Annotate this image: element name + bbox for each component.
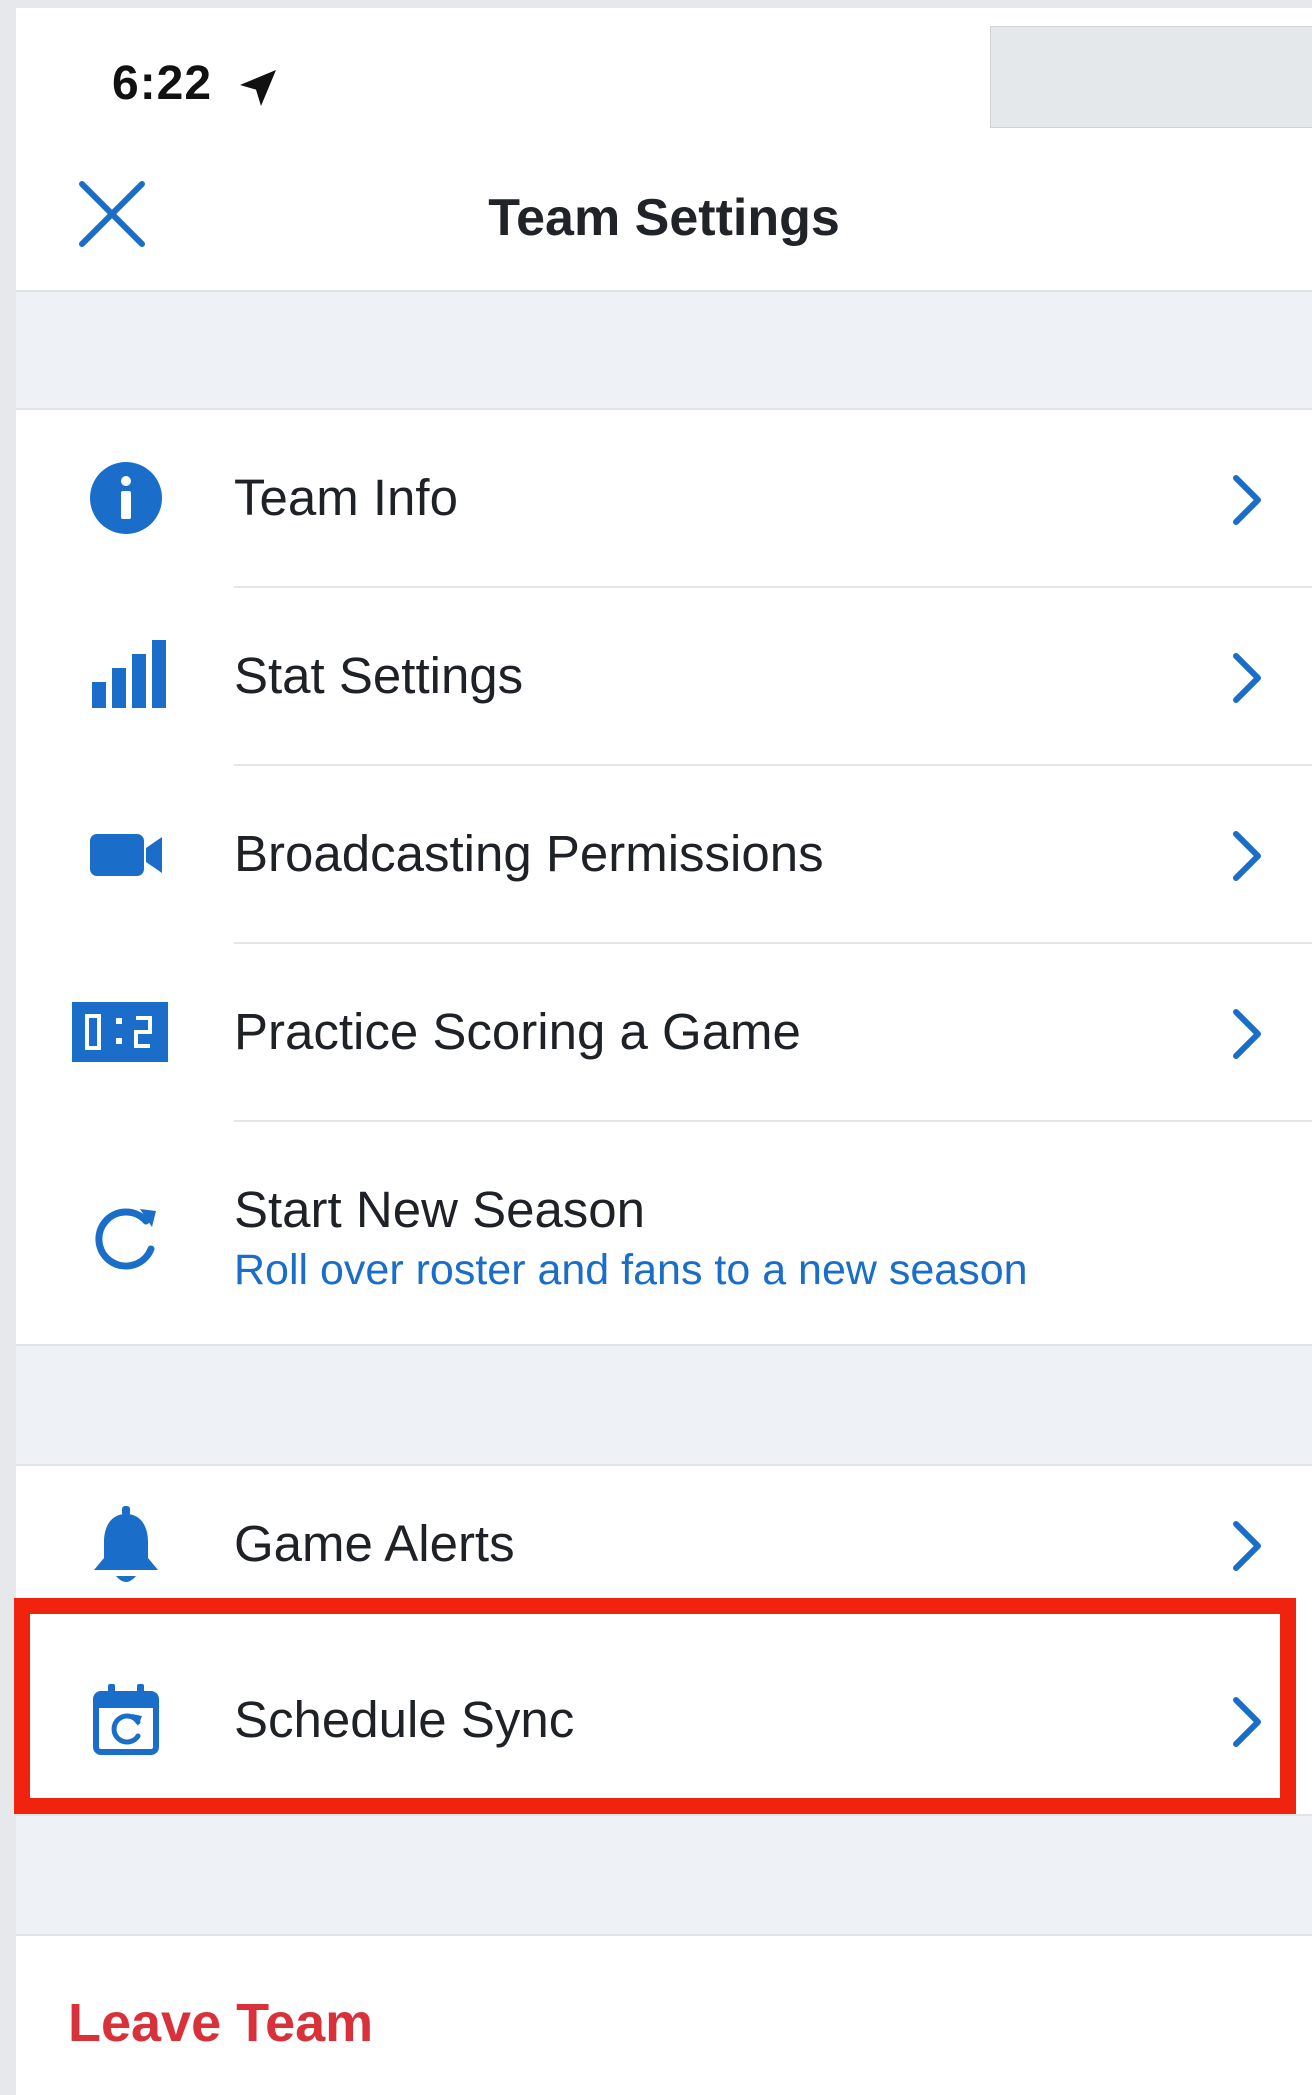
start-new-season-label: Start New Season: [234, 1181, 646, 1238]
section-separator: [16, 1814, 1312, 1936]
chevron-right-icon: [1233, 1697, 1261, 1747]
page-title: Team Settings: [488, 189, 840, 247]
team-info-label: Team Info: [234, 469, 458, 526]
leave-team-button[interactable]: Leave Team: [68, 1992, 373, 2054]
game-alerts-row[interactable]: Game Alerts: [16, 1466, 1312, 1622]
section-separator: [16, 1344, 1312, 1466]
video-camera-icon: [90, 834, 162, 876]
chevron-right-icon: [1233, 831, 1261, 881]
status-bar-redacted-area: [990, 26, 1312, 128]
stat-settings-label: Stat Settings: [234, 647, 524, 704]
practice-scoring-row[interactable]: Practice Scoring a Game: [16, 944, 1312, 1122]
chevron-right-icon: [1233, 475, 1261, 525]
broadcasting-permissions-label: Broadcasting Permissions: [234, 825, 824, 882]
chevron-right-icon: [1233, 1521, 1261, 1571]
scoreboard-icon: [72, 1002, 168, 1062]
team-info-row[interactable]: Team Info: [16, 410, 1312, 588]
broadcasting-permissions-row[interactable]: Broadcasting Permissions: [16, 766, 1312, 944]
location-arrow-icon: [240, 70, 276, 106]
team-settings-screen: 6:22 Team Settings Team Info Stat Settin…: [16, 8, 1312, 2095]
start-new-season-description: Roll over roster and fans to a new seaso…: [234, 1246, 1028, 1294]
info-circle-icon: [90, 462, 162, 534]
bar-chart-icon: [92, 640, 166, 708]
schedule-sync-label: Schedule Sync: [234, 1691, 575, 1748]
schedule-sync-row[interactable]: Schedule Sync: [16, 1622, 1312, 1816]
stat-settings-row[interactable]: Stat Settings: [16, 588, 1312, 766]
chevron-right-icon: [1233, 1009, 1261, 1059]
calendar-sync-icon: [93, 1684, 159, 1755]
bell-icon: [94, 1506, 158, 1582]
game-alerts-label: Game Alerts: [234, 1515, 515, 1572]
chevron-right-icon: [1233, 653, 1261, 703]
refresh-icon: [95, 1208, 156, 1270]
start-new-season-row[interactable]: Start New Season Roll over roster and fa…: [16, 1122, 1312, 1352]
practice-scoring-label: Practice Scoring a Game: [234, 1003, 801, 1060]
status-time: 6:22: [112, 57, 213, 110]
section-separator: [16, 290, 1312, 410]
